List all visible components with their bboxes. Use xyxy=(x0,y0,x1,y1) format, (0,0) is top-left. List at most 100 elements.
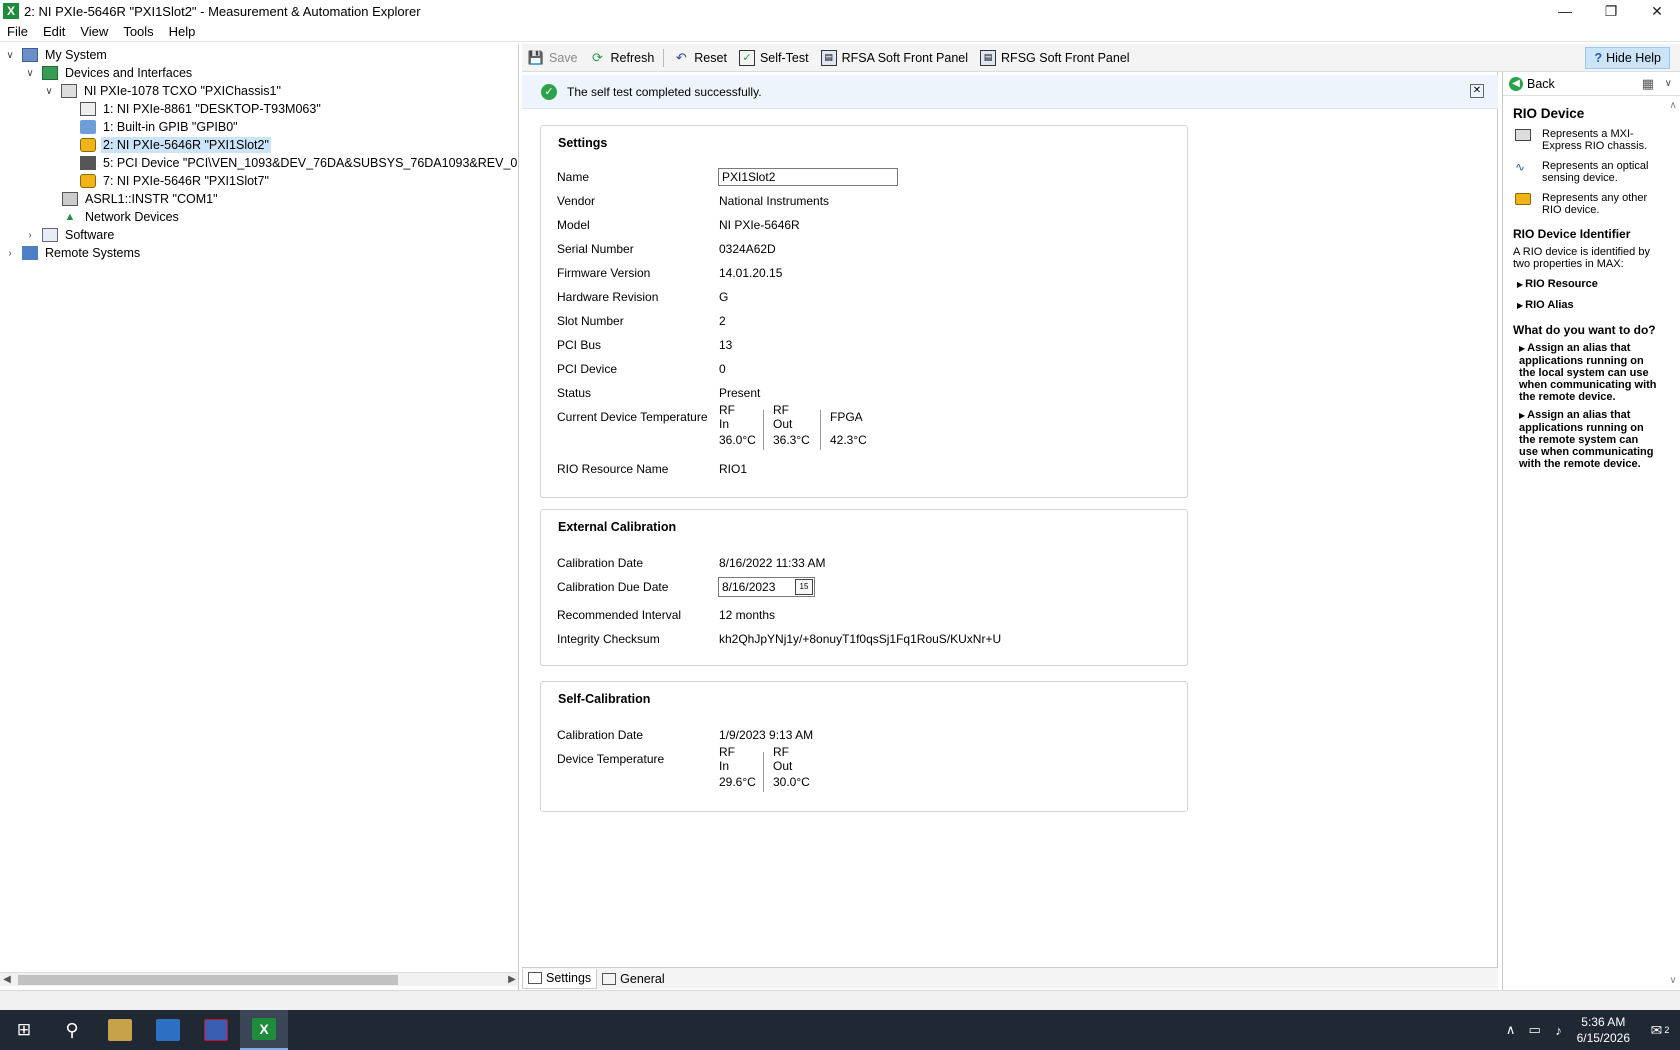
refresh-button[interactable]: ⟳ Refresh xyxy=(584,46,661,70)
current-temperature-label: Current Device Temperature xyxy=(557,410,708,424)
gpib-icon xyxy=(80,120,96,134)
self-test-button[interactable]: ✓ Self-Test xyxy=(733,46,815,70)
menu-view[interactable]: View xyxy=(73,24,116,39)
temp-separator xyxy=(763,752,764,792)
taskbar-app-3[interactable] xyxy=(192,1010,240,1050)
help-link-rio-resource[interactable]: ▶ RIO Resource xyxy=(1517,278,1658,291)
rfsg-panel-icon: ▤ xyxy=(980,49,997,66)
serial-number-value: 0324A62D xyxy=(719,242,776,256)
help-item: ∿ Represents an optical sensing device. xyxy=(1515,160,1649,184)
tree-item-gpib[interactable]: 1: Built-in GPIB "GPIB0" xyxy=(80,118,240,136)
pci-bus-label: PCI Bus xyxy=(557,338,602,352)
scroll-down-icon[interactable]: ∨ xyxy=(1666,975,1680,986)
search-button[interactable]: ⚲ xyxy=(48,1010,96,1050)
network-icon[interactable]: ▭ xyxy=(1523,1022,1547,1038)
help-heading: RIO Device xyxy=(1513,106,1585,121)
tree-item-pci-device[interactable]: 5: PCI Device "PCI\VEN_1093&DEV_76DA&SUB… xyxy=(80,154,518,172)
cal-due-date-input[interactable]: 8/16/2023 15 xyxy=(718,577,815,597)
tree-item-pxie-8861[interactable]: 1: NI PXIe-8861 "DESKTOP-T93M063" xyxy=(80,100,323,118)
collapse-arrow-icon[interactable]: › xyxy=(24,230,36,241)
collapse-arrow-icon[interactable]: › xyxy=(4,248,16,259)
tab-general[interactable]: General xyxy=(597,969,669,989)
menu-help[interactable]: Help xyxy=(162,24,204,39)
back-arrow-icon[interactable]: ◀ xyxy=(1509,76,1523,91)
help-back-button[interactable]: Back xyxy=(1527,77,1555,91)
help-task-remote[interactable]: ▶ Assign an alias that applications runni… xyxy=(1513,409,1658,470)
clock[interactable]: 5:36 AM 6/15/2026 xyxy=(1577,1014,1630,1046)
expand-arrow-icon[interactable]: ∨ xyxy=(24,68,36,79)
tab-settings[interactable]: Settings xyxy=(522,968,598,989)
status-label: Status xyxy=(557,386,592,400)
triangle-right-icon: ▶ xyxy=(1517,280,1524,289)
cal-due-date-label: Calibration Due Date xyxy=(557,580,669,594)
help-item: Represents a MXI-Express RIO chassis. xyxy=(1513,128,1658,152)
tray-chevron-icon[interactable]: ∧ xyxy=(1499,1022,1523,1038)
help-item: Represents any other RIO device. xyxy=(1513,192,1658,216)
vendor-value: National Instruments xyxy=(719,194,830,208)
rfsg-soft-front-panel-button[interactable]: ▤ RFSG Soft Front Panel xyxy=(974,46,1136,70)
menu-edit[interactable]: Edit xyxy=(36,24,73,39)
tree-item-software[interactable]: › Software xyxy=(24,226,116,244)
help-vertical-scrollbar[interactable]: ∧ ∨ xyxy=(1666,96,1680,990)
restore-button[interactable]: ❐ xyxy=(1588,0,1634,22)
windows-taskbar: ⊞ ⚲ X ∧ ▭ ♪ 5:36 AM 6/15/2026 ✉ 2 xyxy=(0,1010,1680,1050)
recommended-interval-value: 12 months xyxy=(719,608,776,622)
tree-item-remote-systems[interactable]: › Remote Systems xyxy=(4,244,142,262)
temp-rf-in-value: 36.0°C xyxy=(719,433,756,447)
scrollbar-thumb[interactable] xyxy=(18,975,398,985)
title-bar: X 2: NI PXIe-5646R "PXI1Slot2" - Measure… xyxy=(0,0,1680,22)
notification-icon: ✉ xyxy=(1650,1021,1663,1038)
self-cal-temp-rf-out-value: 30.0°C xyxy=(773,775,810,789)
menu-tools[interactable]: Tools xyxy=(116,24,161,39)
tree-item-my-system[interactable]: ∨ My System xyxy=(4,46,109,64)
calendar-icon[interactable]: 15 xyxy=(795,579,813,595)
chassis-icon xyxy=(61,84,77,98)
configuration-tree: ∨ My System ∨ Devices and Interfaces ∨ N… xyxy=(0,44,519,990)
scroll-right-icon[interactable]: ▶ xyxy=(505,973,518,987)
taskbar-app-2[interactable] xyxy=(144,1010,192,1050)
hide-help-button[interactable]: ? Hide Help xyxy=(1585,47,1670,69)
save-button[interactable]: 💾 Save xyxy=(522,46,584,70)
triangle-right-icon: ▶ xyxy=(1519,344,1526,353)
tree-item-pxi1slot2[interactable]: 2: NI PXIe-5646R "PXI1Slot2" xyxy=(80,136,271,154)
general-tab-icon xyxy=(602,972,617,985)
help-menu-chevron-icon[interactable]: ∨ xyxy=(1665,78,1672,89)
tree-item-pxi1slot7[interactable]: 7: NI PXIe-5646R "PXI1Slot7" xyxy=(80,172,271,190)
menu-bar: File Edit View Tools Help xyxy=(0,22,1680,42)
temp-fpga-value: 42.3°C xyxy=(830,433,867,447)
volume-icon[interactable]: ♪ xyxy=(1547,1023,1571,1038)
name-label: Name xyxy=(557,170,590,184)
minimize-button[interactable]: — xyxy=(1542,0,1588,22)
help-question: What do you want to do? xyxy=(1513,323,1656,337)
help-layout-icon[interactable]: ▦ xyxy=(1642,76,1654,92)
search-icon: ⚲ xyxy=(65,1019,79,1040)
status-message-bar: ✓ The self test completed successfully. … xyxy=(522,75,1498,109)
help-task-local[interactable]: ▶ Assign an alias that applications runni… xyxy=(1513,342,1658,403)
tree-horizontal-scrollbar[interactable]: ◀ ▶ xyxy=(0,972,518,987)
network-icon: ▲ xyxy=(64,211,76,223)
help-identifier-text: A RIO device is identified by two proper… xyxy=(1513,246,1650,270)
tree-item-chassis[interactable]: ∨ NI PXIe-1078 TCXO "PXIChassis1" xyxy=(43,82,283,100)
ext-cal-date-value: 8/16/2022 11:33 AM xyxy=(719,556,826,570)
help-link-rio-alias[interactable]: ▶ RIO Alias xyxy=(1517,299,1658,312)
scroll-up-icon[interactable]: ∧ xyxy=(1666,100,1680,111)
expand-arrow-icon[interactable]: ∨ xyxy=(43,86,55,97)
close-message-icon[interactable]: ✕ xyxy=(1470,84,1484,98)
scroll-left-icon[interactable]: ◀ xyxy=(0,973,14,987)
rfsa-soft-front-panel-button[interactable]: ▤ RFSA Soft Front Panel xyxy=(815,46,974,70)
start-button[interactable]: ⊞ xyxy=(0,1010,48,1050)
tree-item-network-devices[interactable]: ▲ Network Devices xyxy=(62,208,181,226)
name-input[interactable] xyxy=(718,168,898,186)
help-question-icon: ? xyxy=(1594,51,1603,65)
expand-arrow-icon[interactable]: ∨ xyxy=(4,50,16,61)
reset-button[interactable]: ↶ Reset xyxy=(667,46,733,70)
taskbar-app-1[interactable] xyxy=(96,1010,144,1050)
firmware-version-label: Firmware Version xyxy=(557,266,651,280)
notification-button[interactable]: ✉ 2 xyxy=(1640,1010,1680,1050)
tree-item-com1[interactable]: ASRL1::INSTR "COM1" xyxy=(62,190,220,208)
taskbar-app-max[interactable]: X xyxy=(240,1010,288,1050)
external-calibration-title: External Calibration xyxy=(558,520,677,534)
close-button[interactable]: ✕ xyxy=(1634,0,1680,22)
menu-file[interactable]: File xyxy=(0,24,36,39)
tree-item-devices-interfaces[interactable]: ∨ Devices and Interfaces xyxy=(24,64,194,82)
